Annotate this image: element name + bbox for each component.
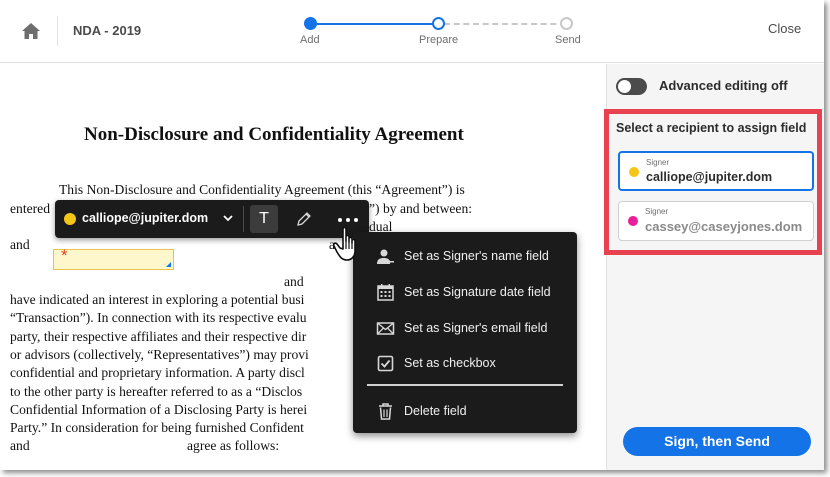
pen-icon[interactable] — [295, 210, 313, 228]
toggle-knob — [618, 80, 631, 93]
doc-line: to the other party is hereafter referred… — [10, 384, 303, 399]
doc-line: entered — [10, 201, 50, 216]
recipient-color-dot — [628, 216, 638, 226]
checkbox-icon — [376, 354, 395, 373]
field-toolbar: calliope@jupiter.dom T — [55, 200, 369, 238]
menu-item-label: Delete field — [404, 404, 467, 418]
doc-line: confidential and proprietary information… — [10, 365, 305, 380]
recipient-color-dot — [629, 167, 639, 177]
menu-item-signer-name[interactable]: Set as Signer's name field — [353, 239, 577, 273]
progress-stepper: Add Prepare Send — [290, 14, 590, 54]
recipient-role: Signer — [645, 207, 669, 216]
menu-item-label: Set as Signature date field — [404, 285, 551, 299]
envelope-icon — [376, 319, 395, 338]
doc-line: and — [10, 438, 30, 453]
top-bar: NDA - 2019 Add Prepare Send Close — [0, 0, 824, 63]
advanced-editing-label: Advanced editing off — [659, 78, 788, 93]
step-add-label[interactable]: Add — [300, 34, 320, 46]
step-connector-complete — [310, 23, 438, 25]
close-button[interactable]: Close — [768, 21, 801, 36]
menu-item-label: Set as Signer's email field — [404, 321, 548, 335]
menu-item-delete[interactable]: Delete field — [353, 394, 577, 428]
recipient-email: calliope@jupiter.dom — [646, 170, 773, 184]
field-context-menu: Set as Signer's name field Set as Signat… — [353, 232, 577, 433]
home-icon[interactable] — [19, 20, 43, 42]
menu-item-label: Set as checkbox — [404, 356, 496, 370]
app-window: NDA - 2019 Add Prepare Send Close Non-Di… — [0, 0, 824, 470]
doc-line: Confidential Information of a Disclosing… — [10, 402, 308, 417]
step-connector-pending — [444, 23, 566, 25]
trash-icon — [376, 402, 395, 421]
hand-cursor-icon — [331, 225, 365, 263]
step-prepare-label[interactable]: Prepare — [419, 34, 458, 46]
recipient-card[interactable]: Signer cassey@caseyjones.dom — [618, 201, 814, 241]
toolbar-divider — [243, 206, 244, 232]
doc-line: Party.” In consideration for being furni… — [10, 420, 304, 435]
step-prepare-indicator[interactable] — [432, 17, 445, 30]
doc-line: party, their respective affiliates and t… — [10, 329, 307, 344]
doc-line: and — [10, 237, 30, 252]
step-add-indicator[interactable] — [304, 17, 317, 30]
recipient-email: cassey@caseyjones.dom — [645, 219, 803, 234]
calendar-icon — [376, 283, 395, 302]
right-panel: Advanced editing off Select a recipient … — [604, 64, 824, 470]
recipient-selector-label[interactable]: calliope@jupiter.dom — [82, 211, 208, 225]
doc-line: or advisors (collectively, “Representati… — [10, 347, 309, 362]
chevron-down-icon[interactable] — [221, 211, 235, 225]
menu-item-label: Set as Signer's name field — [404, 249, 549, 263]
menu-divider — [367, 384, 563, 386]
form-field[interactable]: * — [53, 246, 174, 270]
menu-item-checkbox[interactable]: Set as checkbox — [353, 346, 577, 380]
recipient-role: Signer — [646, 158, 670, 167]
doc-line: This Non-Disclosure and Confidentiality … — [59, 182, 465, 197]
doc-line: agree as follows: — [187, 438, 280, 453]
step-send-indicator[interactable] — [560, 17, 573, 30]
doc-line: have indicated an interest in exploring … — [10, 292, 305, 307]
text-field-button[interactable]: T — [250, 205, 278, 233]
doc-line: and — [284, 274, 304, 289]
doc-line: “Transaction”). In connection with its r… — [10, 310, 307, 325]
document-title: NDA - 2019 — [73, 23, 142, 38]
sign-then-send-button[interactable]: Sign, then Send — [623, 427, 811, 456]
resize-handle[interactable] — [166, 262, 171, 267]
menu-item-signer-email[interactable]: Set as Signer's email field — [353, 311, 577, 345]
recipients-heading: Select a recipient to assign field — [616, 121, 807, 135]
person-icon — [376, 247, 395, 266]
document-heading: Non-Disclosure and Confidentiality Agree… — [84, 124, 464, 145]
recipient-card[interactable]: Signer calliope@jupiter.dom — [618, 151, 814, 191]
advanced-editing-toggle[interactable] — [616, 78, 647, 95]
recipient-color-dot — [64, 213, 76, 225]
required-marker: * — [61, 246, 68, 265]
step-send-label[interactable]: Send — [555, 34, 581, 46]
doc-line: ”) by and between: — [369, 201, 473, 216]
header-divider — [57, 16, 58, 46]
menu-item-signature-date[interactable]: Set as Signature date field — [353, 275, 577, 309]
